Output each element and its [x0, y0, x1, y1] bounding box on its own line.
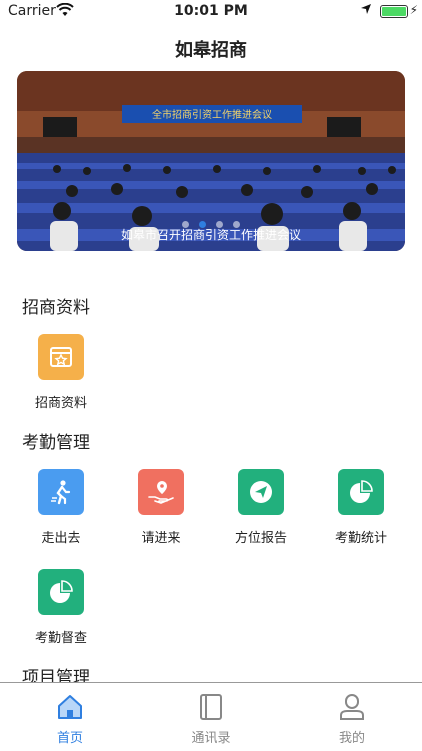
status-bar: Carrier 10:01 PM ⚡	[0, 0, 422, 24]
paper-plane-icon	[238, 469, 284, 515]
carrier-label: Carrier	[8, 3, 56, 19]
grid-item-location-report[interactable]: 方位报告	[211, 469, 311, 546]
grid-item-label: 考勤督查	[34, 631, 87, 646]
grid-item-invite-in[interactable]: 请进来	[111, 469, 211, 546]
banner-carousel[interactable]: 全市招商引资工作推进会议 如皋市召开招商引资工作推进会议	[17, 71, 405, 251]
folder-star-icon	[38, 334, 84, 380]
grid-item-label: 走出去	[41, 531, 81, 546]
profile-icon	[282, 689, 422, 725]
grid-item-label: 请进来	[141, 531, 181, 546]
section-title-attendance: 考勤管理	[22, 433, 90, 453]
home-icon	[0, 689, 140, 725]
banner-caption: 如皋市召开招商引资工作推进会议	[120, 228, 301, 242]
grid-item-label: 方位报告	[234, 531, 287, 546]
location-hand-icon	[138, 469, 184, 515]
walking-person-icon	[38, 469, 84, 515]
tab-home[interactable]: 首页	[0, 683, 140, 746]
grid-item-label: 招商资料	[34, 396, 87, 411]
pie-chart-icon	[38, 569, 84, 615]
tab-bar: 首页 通讯录 我的	[0, 682, 422, 751]
tab-label: 通讯录	[191, 731, 231, 746]
tab-mine[interactable]: 我的	[282, 683, 422, 746]
tab-label: 首页	[56, 731, 83, 746]
grid-item-attendance-inspection[interactable]: 考勤督查	[11, 569, 111, 646]
grid-item-materials[interactable]: 招商资料	[11, 334, 111, 411]
battery-icon	[380, 5, 408, 18]
page-title: 如皋招商	[175, 40, 247, 61]
pie-chart-icon	[338, 469, 384, 515]
tab-contacts[interactable]: 通讯录	[141, 683, 281, 746]
grid-item-go-out[interactable]: 走出去	[11, 469, 111, 546]
contacts-icon	[141, 689, 281, 725]
tab-label: 我的	[338, 731, 365, 746]
section-title-materials: 招商资料	[22, 298, 90, 318]
grid-item-label: 考勤统计	[334, 531, 387, 546]
charging-icon: ⚡	[409, 3, 418, 17]
grid-item-attendance-stats[interactable]: 考勤统计	[311, 469, 411, 546]
wifi-icon	[56, 2, 74, 21]
location-arrow-icon	[360, 3, 372, 19]
banner-slide-title: 全市招商引资工作推进会议	[152, 108, 272, 121]
